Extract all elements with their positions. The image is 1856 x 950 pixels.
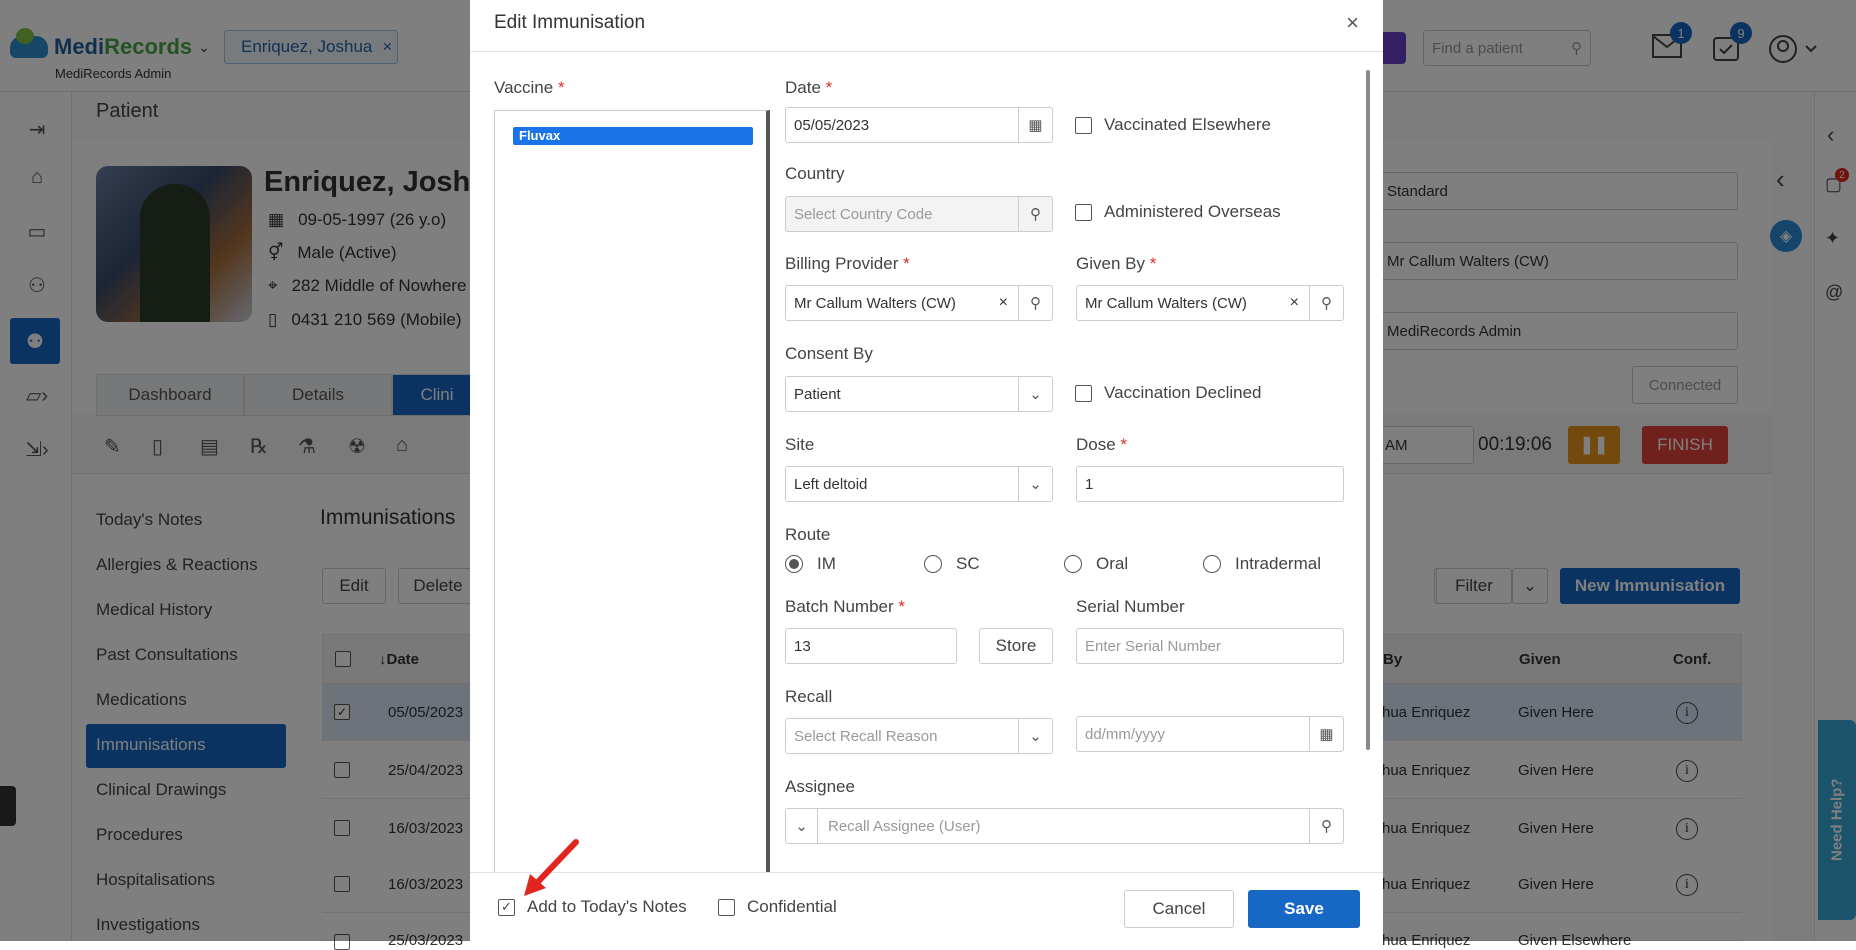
- modal-footer: ✓ Add to Today's Notes Confidential Cance…: [470, 872, 1383, 941]
- administered-overseas-checkbox[interactable]: Administered Overseas: [1075, 202, 1281, 222]
- recall-reason-select[interactable]: Select Recall Reason ⌄: [785, 718, 1053, 754]
- modal-title: Edit Immunisation: [494, 12, 646, 33]
- vaccine-label: Vaccine *: [494, 78, 565, 97]
- dose-input[interactable]: 1: [1076, 466, 1344, 502]
- save-button[interactable]: Save: [1248, 890, 1360, 928]
- vaccination-declined-checkbox[interactable]: Vaccination Declined: [1075, 383, 1262, 403]
- search-icon[interactable]: ⚲: [1018, 286, 1052, 320]
- modal-header: Edit Immunisation ×: [470, 0, 1383, 52]
- add-to-todays-notes-checkbox[interactable]: ✓ Add to Today's Notes: [498, 897, 687, 917]
- given-by-input[interactable]: Mr Callum Walters (CW) × ⚲: [1076, 285, 1344, 321]
- chevron-down-icon[interactable]: ⌄: [1018, 467, 1052, 501]
- consent-by-label: Consent By: [785, 344, 873, 363]
- annotation-arrow-icon: [524, 839, 579, 896]
- chevron-down-icon[interactable]: ⌄: [786, 809, 818, 843]
- search-icon[interactable]: ⚲: [1309, 286, 1343, 320]
- route-radio-im[interactable]: IM: [785, 554, 836, 574]
- route-radio-intradermal[interactable]: Intradermal: [1203, 554, 1321, 574]
- search-icon[interactable]: ⚲: [1018, 197, 1052, 231]
- serial-number-input[interactable]: Enter Serial Number: [1076, 628, 1344, 664]
- dose-label: Dose *: [1076, 435, 1128, 454]
- batch-number-label: Batch Number *: [785, 597, 906, 616]
- route-radio-sc[interactable]: SC: [924, 554, 980, 574]
- recall-date-input[interactable]: dd/mm/yyyy ▦: [1076, 716, 1344, 752]
- site-select[interactable]: Left deltoid ⌄: [785, 466, 1053, 502]
- site-label: Site: [785, 435, 815, 454]
- clear-icon[interactable]: ×: [1290, 294, 1299, 312]
- assignee-label: Assignee: [785, 777, 855, 796]
- vaccinated-elsewhere-checkbox[interactable]: Vaccinated Elsewhere: [1075, 115, 1271, 135]
- country-input[interactable]: Select Country Code ⚲: [785, 196, 1053, 232]
- close-icon[interactable]: ×: [1346, 10, 1359, 36]
- store-button[interactable]: Store: [979, 628, 1053, 664]
- chevron-down-icon[interactable]: ⌄: [1018, 377, 1052, 411]
- search-icon[interactable]: ⚲: [1309, 809, 1343, 843]
- date-label: Date *: [785, 78, 833, 97]
- date-input[interactable]: 05/05/2023 ▦: [785, 107, 1053, 143]
- calendar-icon[interactable]: ▦: [1309, 717, 1343, 751]
- given-by-label: Given By *: [1076, 254, 1157, 273]
- modal-scrollbar[interactable]: [1366, 70, 1370, 750]
- confidential-checkbox[interactable]: Confidential: [718, 897, 837, 917]
- clear-icon[interactable]: ×: [999, 294, 1008, 312]
- route-radio-oral[interactable]: Oral: [1064, 554, 1128, 574]
- edit-immunisation-modal: Edit Immunisation × Vaccine * Fluvax Dat…: [470, 0, 1383, 941]
- country-label: Country: [785, 164, 845, 183]
- vaccine-selected-item[interactable]: Fluvax: [513, 127, 753, 145]
- recall-label: Recall: [785, 687, 833, 706]
- assignee-input[interactable]: ⌄ Recall Assignee (User) ⚲: [785, 808, 1344, 844]
- billing-provider-input[interactable]: Mr Callum Walters (CW) × ⚲: [785, 285, 1053, 321]
- consent-by-select[interactable]: Patient ⌄: [785, 376, 1053, 412]
- vaccine-list[interactable]: Fluvax: [494, 110, 770, 880]
- serial-number-label: Serial Number: [1076, 597, 1185, 616]
- route-label: Route: [785, 525, 831, 544]
- checkmark-icon: ✓: [498, 898, 515, 916]
- cancel-button[interactable]: Cancel: [1124, 890, 1234, 928]
- chevron-down-icon[interactable]: ⌄: [1018, 719, 1052, 753]
- billing-provider-label: Billing Provider *: [785, 254, 910, 273]
- batch-number-input[interactable]: 13: [785, 628, 957, 664]
- calendar-icon[interactable]: ▦: [1018, 108, 1052, 142]
